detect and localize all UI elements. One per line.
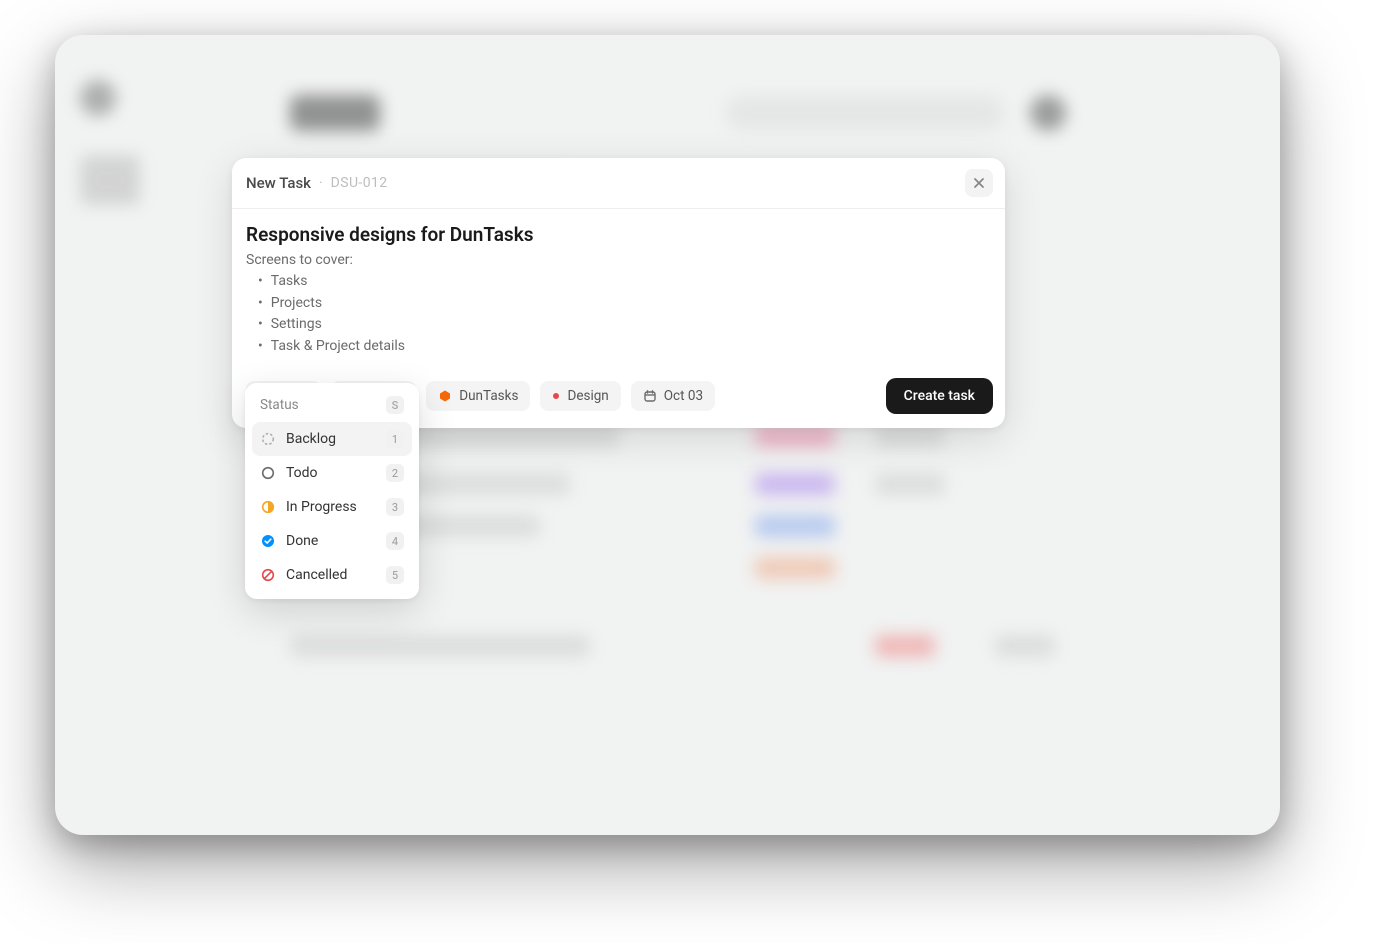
list-item: Task & Project details: [252, 336, 989, 358]
option-number-badge: 2: [386, 464, 404, 482]
check-circle-icon: [260, 533, 276, 549]
option-number-badge: 1: [386, 430, 404, 448]
modal-title: New Task: [246, 174, 311, 192]
task-description-intro[interactable]: Screens to cover:: [246, 252, 989, 268]
option-label: Backlog: [286, 431, 336, 447]
chip-label: Design: [567, 388, 608, 404]
option-number-badge: 4: [386, 532, 404, 550]
chip-label: Oct 03: [664, 388, 703, 404]
half-circle-icon: [260, 499, 276, 515]
close-icon: [973, 174, 985, 193]
keyboard-shortcut-badge: S: [386, 396, 404, 414]
dropdown-title: Status: [260, 397, 299, 413]
dot-icon: [552, 392, 560, 400]
task-description-list[interactable]: Tasks Projects Settings Task & Project d…: [246, 271, 989, 358]
project-chip[interactable]: DunTasks: [426, 381, 530, 411]
calendar-icon: [643, 389, 657, 403]
status-option-backlog[interactable]: Backlog 1: [252, 422, 412, 456]
option-number-badge: 5: [386, 566, 404, 584]
date-chip[interactable]: Oct 03: [631, 381, 715, 411]
create-task-button[interactable]: Create task: [886, 378, 993, 414]
chip-label: DunTasks: [459, 388, 518, 404]
dashed-circle-icon: [260, 431, 276, 447]
list-item: Projects: [252, 293, 989, 315]
modal-header: New Task · DSU-012: [232, 158, 1005, 209]
modal-body: Responsive designs for DunTasks Screens …: [232, 209, 1005, 368]
status-option-todo[interactable]: Todo 2: [252, 456, 412, 490]
list-item: Settings: [252, 314, 989, 336]
option-number-badge: 3: [386, 498, 404, 516]
task-title-input[interactable]: Responsive designs for DunTasks: [246, 223, 989, 246]
option-label: Todo: [286, 465, 318, 481]
task-id: DSU-012: [331, 175, 388, 191]
separator-dot: ·: [319, 175, 323, 191]
status-option-cancelled[interactable]: Cancelled 5: [252, 558, 412, 592]
app-window: [55, 35, 1280, 835]
status-option-done[interactable]: Done 4: [252, 524, 412, 558]
dropdown-header: Status S: [252, 390, 412, 422]
blurred-background: [55, 35, 1280, 835]
option-label: In Progress: [286, 499, 357, 515]
status-option-in-progress[interactable]: In Progress 3: [252, 490, 412, 524]
list-item: Tasks: [252, 271, 989, 293]
cancel-icon: [260, 567, 276, 583]
option-label: Done: [286, 533, 318, 549]
option-label: Cancelled: [286, 567, 347, 583]
hexagon-icon: [438, 389, 452, 403]
circle-icon: [260, 465, 276, 481]
status-dropdown: Status S Backlog 1 Todo 2 In Progress 3 …: [245, 383, 419, 599]
close-button[interactable]: [965, 169, 993, 197]
tag-chip[interactable]: Design: [540, 381, 620, 411]
